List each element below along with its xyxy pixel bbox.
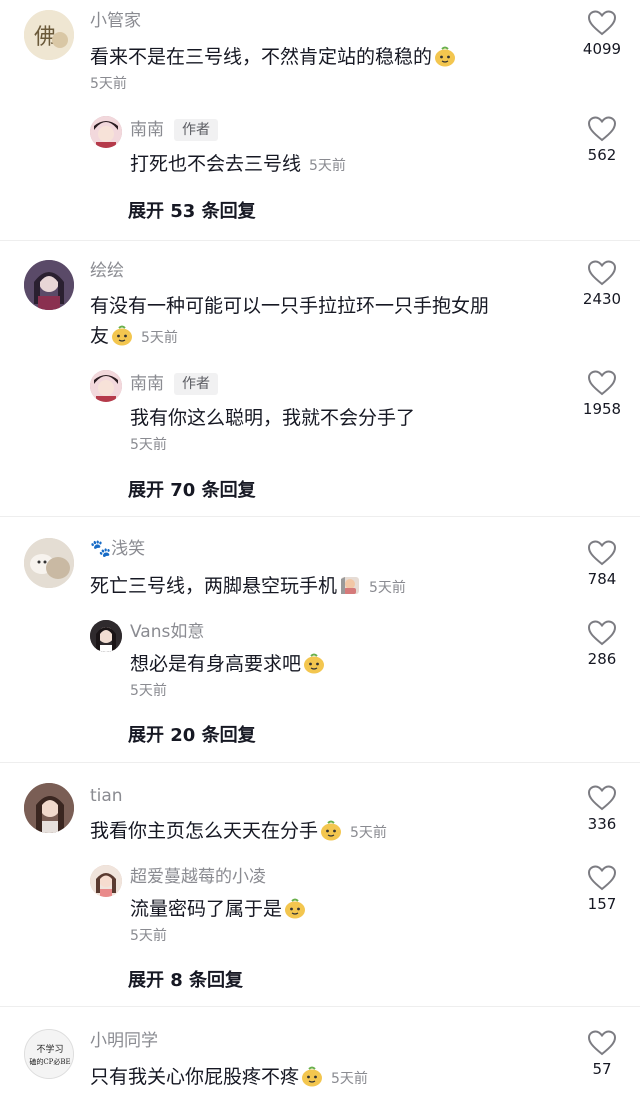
heart-icon	[588, 865, 616, 891]
comment-username[interactable]: 小管家	[90, 10, 141, 32]
heart-icon	[588, 370, 616, 396]
reply-username[interactable]: Vans如意	[130, 621, 204, 643]
like-count: 286	[587, 650, 617, 668]
comment-username[interactable]: tian	[90, 785, 123, 807]
comment-text: 只有我关心你屁股疼不疼 5天前	[90, 1065, 368, 1088]
divider	[0, 762, 640, 763]
avatar[interactable]	[90, 370, 122, 402]
reply-time: 5天前	[309, 158, 346, 174]
like-button[interactable]: 286	[578, 620, 626, 668]
like-count: 2430	[582, 290, 622, 308]
comment-time: 5天前	[141, 330, 178, 346]
heart-icon	[588, 540, 616, 566]
comment-username[interactable]: 小明同学	[90, 1030, 158, 1052]
expand-replies-button[interactable]: 展开 8 条回复	[128, 969, 243, 993]
comment-username[interactable]: 🐾浅笑	[90, 538, 145, 560]
reply-text: 流量密码了属于是	[130, 894, 306, 924]
like-count: 4099	[582, 40, 622, 58]
smirk-emoji-icon	[111, 324, 133, 346]
like-button[interactable]: 1958	[578, 370, 626, 418]
reply-text: 我有你这么聪明，我就不会分手了	[130, 407, 416, 429]
avatar[interactable]	[90, 620, 122, 652]
comment-time: 5天前	[350, 825, 387, 841]
smirk-emoji-icon	[303, 652, 325, 674]
expand-replies-button[interactable]: 展开 20 条回复	[128, 724, 256, 748]
avatar[interactable]: 不学习 磕的CP必BE	[24, 1029, 74, 1079]
reply-username[interactable]: 超爱蔓越莓的小凌	[130, 866, 266, 888]
like-count: 562	[587, 146, 617, 164]
divider	[0, 1006, 640, 1007]
like-count: 784	[587, 570, 617, 588]
avatar[interactable]: 佛	[24, 10, 74, 60]
reply-username[interactable]: 南南 作者	[130, 119, 218, 141]
expand-replies-button[interactable]: 展开 70 条回复	[128, 479, 256, 503]
avatar[interactable]	[90, 116, 122, 148]
avatar[interactable]	[90, 865, 122, 897]
author-badge: 作者	[174, 373, 218, 395]
reply-time: 5天前	[130, 437, 167, 453]
like-button[interactable]: 157	[578, 865, 626, 913]
reply-text: 打死也不会去三号线 5天前	[130, 153, 346, 175]
like-button[interactable]: 2430	[578, 260, 626, 308]
avatar[interactable]	[24, 538, 74, 588]
comment-time: 5天前	[331, 1071, 368, 1087]
avatar[interactable]	[24, 260, 74, 310]
heart-icon	[588, 10, 616, 36]
avatar[interactable]	[24, 783, 74, 833]
comment-text: 死亡三号线，两脚悬空玩手机 5天前	[90, 574, 406, 597]
divider	[0, 516, 640, 517]
smirk-emoji-icon	[434, 45, 456, 67]
comment-username[interactable]: 绘绘	[90, 260, 124, 282]
like-button[interactable]: 4099	[578, 10, 626, 58]
heart-icon	[588, 1030, 616, 1056]
smirk-emoji-icon	[320, 819, 342, 841]
divider	[0, 240, 640, 241]
like-count: 336	[587, 815, 617, 833]
expand-replies-button[interactable]: 展开 53 条回复	[128, 200, 256, 224]
reply-username[interactable]: 南南 作者	[130, 373, 218, 395]
like-button[interactable]: 336	[578, 785, 626, 833]
reply-time: 5天前	[130, 683, 167, 699]
heart-icon	[588, 116, 616, 142]
reply-time: 5天前	[130, 928, 167, 944]
like-count: 1958	[582, 400, 622, 418]
avatar-text-line2: 磕的CP必BE	[29, 1057, 70, 1066]
heart-icon	[588, 620, 616, 646]
like-count: 57	[592, 1060, 612, 1078]
comment-text: 有没有一种可能可以一只手拉拉环一只手抱女朋友 5天前	[90, 295, 490, 347]
author-badge: 作者	[174, 119, 218, 141]
comment-text: 看来不是在三号线，不然肯定站的稳稳的	[90, 42, 456, 72]
bow-emoji-icon	[339, 574, 361, 596]
comment-time: 5天前	[369, 580, 406, 596]
like-button[interactable]: 784	[578, 540, 626, 588]
heart-icon	[588, 260, 616, 286]
smirk-emoji-icon	[301, 1065, 323, 1087]
comment-text: 我看你主页怎么天天在分手 5天前	[90, 819, 387, 842]
like-count: 157	[587, 895, 617, 913]
reply-text: 想必是有身高要求吧	[130, 649, 325, 679]
smirk-emoji-icon	[284, 897, 306, 919]
heart-icon	[588, 785, 616, 811]
like-button[interactable]: 57	[578, 1030, 626, 1078]
comment-time: 5天前	[90, 76, 127, 92]
avatar-text-line1: 不学习	[36, 1043, 63, 1055]
like-button[interactable]: 562	[578, 116, 626, 164]
